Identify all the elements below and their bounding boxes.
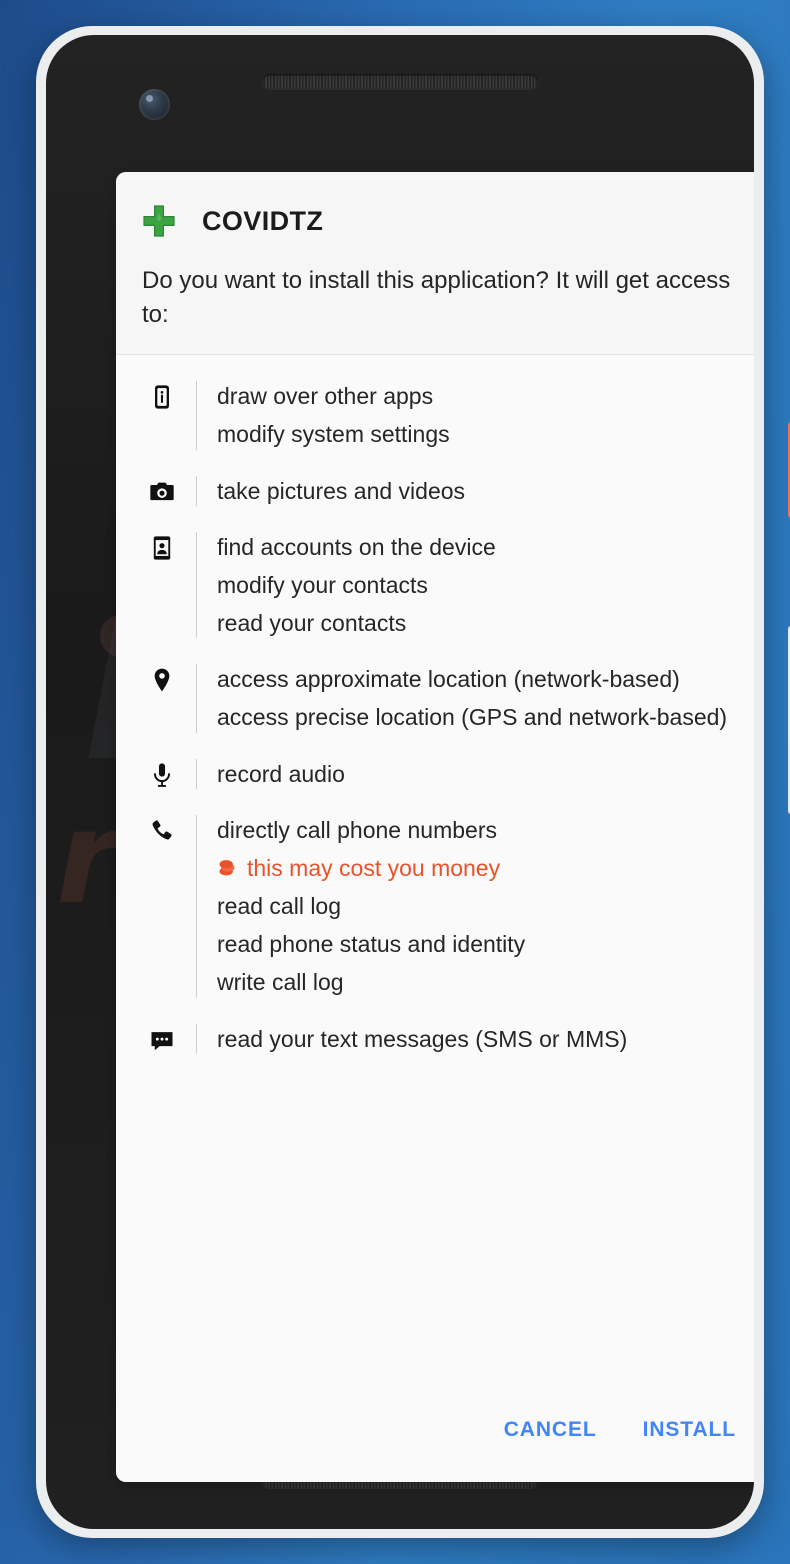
permission-line: find accounts on the device	[217, 533, 496, 560]
permission-lines: read your text messages (SMS or MMS)	[217, 1020, 746, 1058]
permission-group: directly call phone numbers this may cost…	[142, 803, 746, 1012]
permission-group-divider	[196, 475, 197, 506]
permission-group: find accounts on the device modify your c…	[142, 520, 746, 653]
front-camera-icon	[139, 89, 170, 120]
device-info-icon	[142, 377, 182, 411]
permission-line: write call log	[217, 969, 344, 996]
permission-cost-warning: this may cost you money	[217, 849, 746, 887]
permission-lines: directly call phone numbers this may cost…	[217, 811, 746, 1002]
contacts-icon	[142, 528, 182, 562]
permission-group: take pictures and videos	[142, 464, 746, 520]
cost-warning-text: this may cost you money	[247, 854, 501, 881]
camera-icon	[142, 472, 182, 506]
earpiece-speaker-grille	[262, 74, 538, 89]
install-permissions-dialog: COVIDTZ Do you want to install this appl…	[116, 172, 754, 1482]
app-title-row: COVIDTZ	[142, 204, 746, 238]
phone-call-icon	[142, 811, 182, 845]
permission-group-divider	[196, 1023, 197, 1054]
permission-group-divider	[196, 531, 197, 639]
permission-group: record audio	[142, 747, 746, 803]
dialog-question: Do you want to install this application?…	[142, 267, 731, 329]
sms-message-icon	[142, 1020, 182, 1054]
permission-group: access approximate location (network-bas…	[142, 652, 746, 746]
permission-group: read your text messages (SMS or MMS)	[142, 1012, 746, 1068]
permission-line: access precise location (GPS and network…	[217, 704, 728, 731]
dialog-header: COVIDTZ Do you want to install this appl…	[116, 172, 754, 355]
permission-group-divider	[196, 814, 197, 998]
microphone-icon	[142, 755, 182, 789]
permission-line: read your text messages (SMS or MMS)	[217, 1025, 628, 1052]
permission-lines: draw over other apps modify system settin…	[217, 377, 746, 453]
location-pin-icon	[142, 660, 182, 694]
coin-stack-icon	[219, 860, 235, 876]
permission-lines: find accounts on the device modify your c…	[217, 528, 746, 643]
permission-list: draw over other apps modify system settin…	[116, 355, 754, 1408]
app-name: COVIDTZ	[202, 205, 324, 236]
permission-line: take pictures and videos	[217, 477, 466, 504]
permission-line: record audio	[217, 760, 345, 787]
cancel-button[interactable]: CANCEL	[498, 1408, 603, 1452]
permission-line: modify your contacts	[217, 571, 428, 598]
permission-line: draw over other apps	[217, 383, 434, 410]
permission-group-divider	[196, 758, 197, 789]
phone-frame: PC risk.com COVIDTZ Do you want to insta…	[36, 26, 790, 1538]
permission-lines: record audio	[217, 755, 746, 793]
permission-line: read phone status and identity	[217, 931, 526, 958]
permission-line: access approximate location (network-bas…	[217, 666, 680, 693]
permission-line: read your contacts	[217, 610, 407, 637]
permission-group-divider	[196, 664, 197, 733]
dialog-actions: CANCEL INSTALL	[116, 1408, 754, 1482]
permission-group: draw over other apps modify system settin…	[142, 369, 746, 463]
install-button[interactable]: INSTALL	[637, 1408, 742, 1452]
phone-body: PC risk.com COVIDTZ Do you want to insta…	[46, 35, 754, 1529]
permission-line: read call log	[217, 893, 342, 920]
permission-line: directly call phone numbers	[217, 816, 497, 843]
green-cross-icon	[142, 204, 176, 238]
permission-group-divider	[196, 381, 197, 450]
permission-lines: access approximate location (network-bas…	[217, 660, 746, 736]
permission-lines: take pictures and videos	[217, 472, 746, 510]
permission-line: modify system settings	[217, 421, 450, 448]
